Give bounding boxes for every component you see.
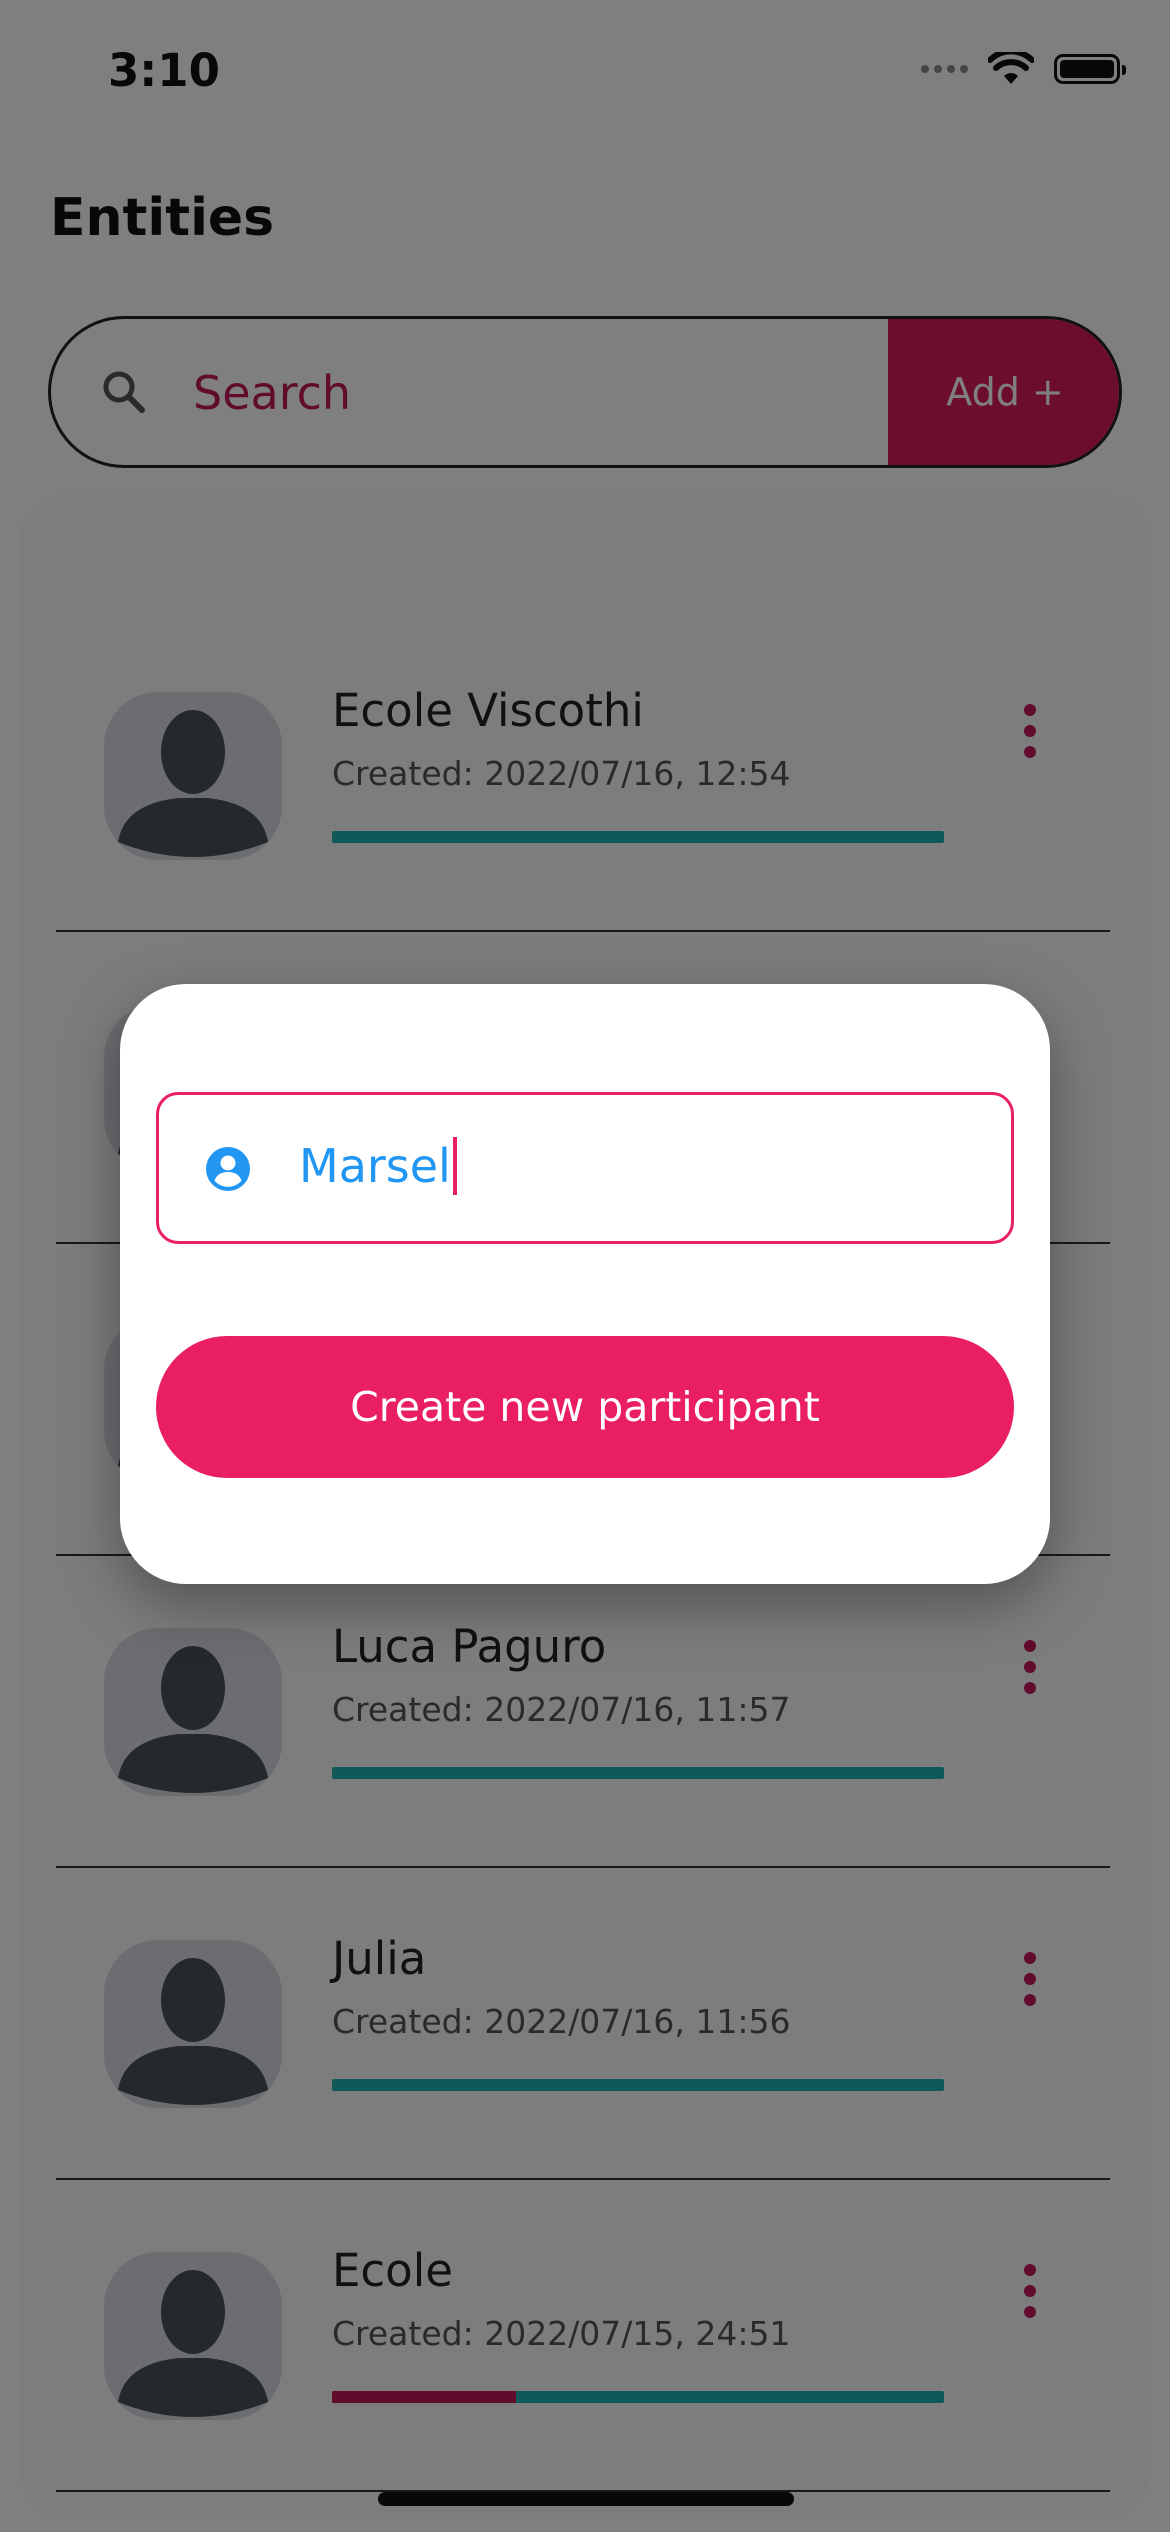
participant-name-input[interactable]: Marsel bbox=[299, 1137, 457, 1195]
create-participant-button[interactable]: Create new participant bbox=[156, 1336, 1014, 1478]
participant-name-field[interactable]: Marsel bbox=[156, 1092, 1014, 1244]
participant-name-value: Marsel bbox=[299, 1139, 451, 1193]
text-caret bbox=[452, 1137, 457, 1195]
new-participant-dialog: Marsel Create new participant bbox=[120, 984, 1050, 1584]
account-circle-icon bbox=[206, 1147, 250, 1191]
